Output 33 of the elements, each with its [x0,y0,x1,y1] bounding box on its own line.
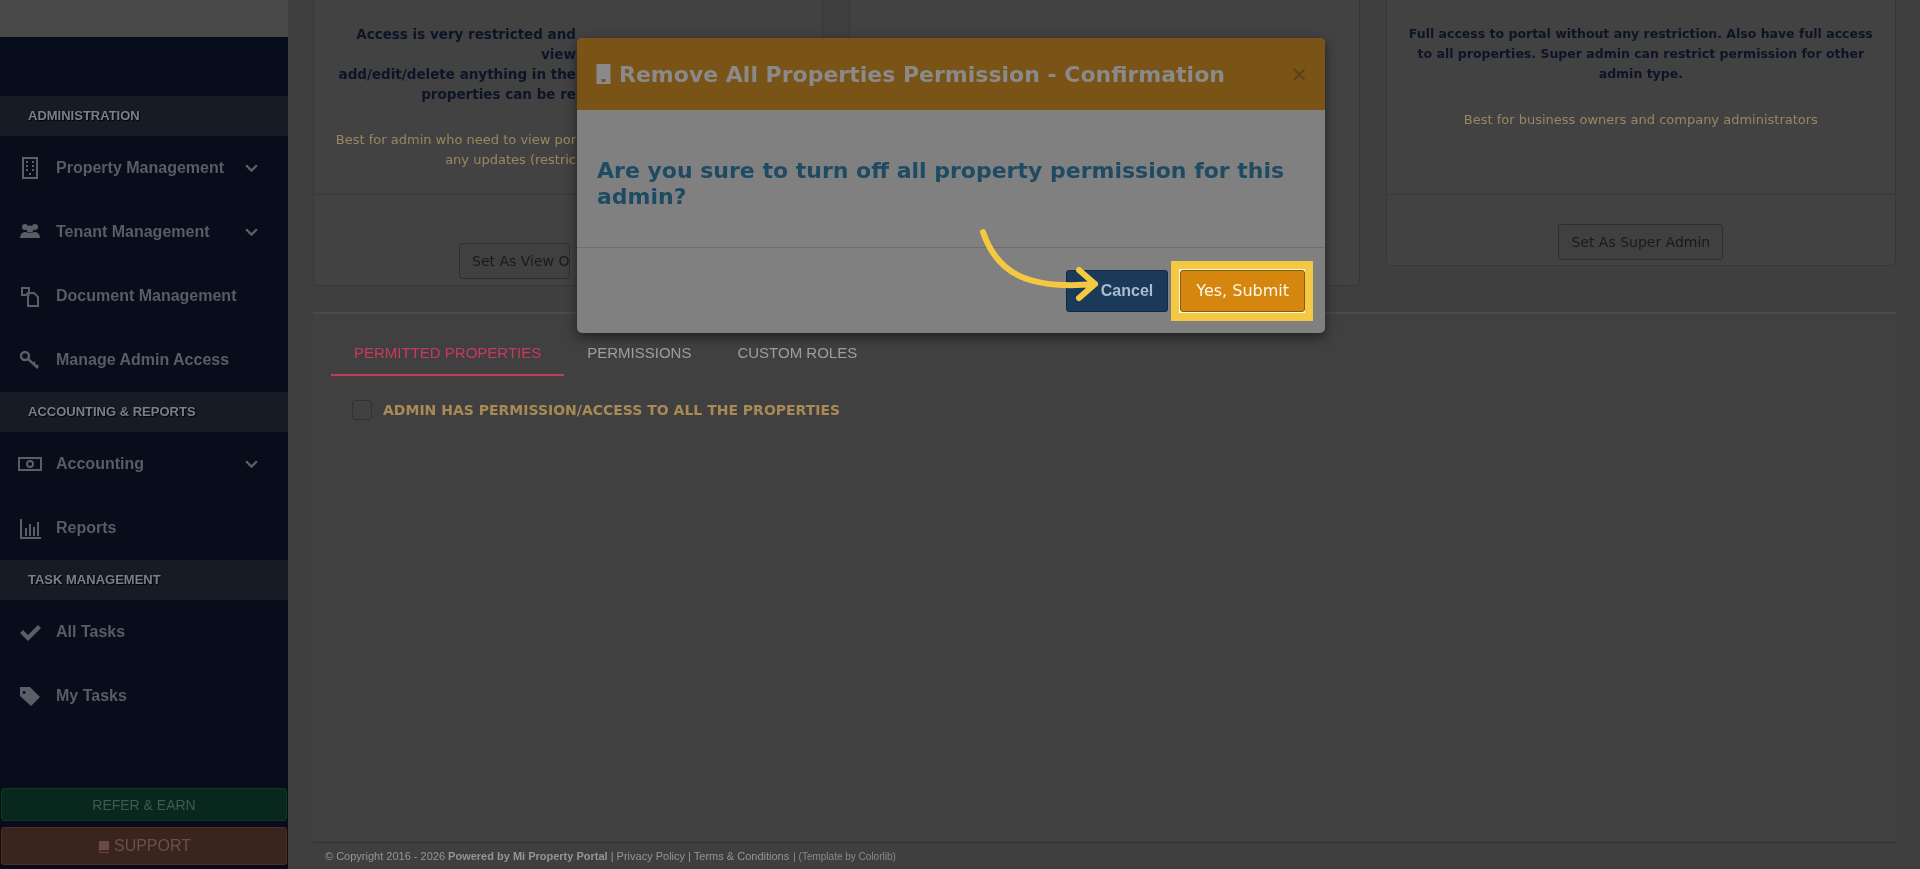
cancel-button[interactable]: Cancel [1065,269,1169,312]
tab[interactable]: PERMISSIONS [564,332,715,376]
building-icon [596,64,611,84]
chevron-icon [245,459,258,469]
hint-line: Best for business owners and company administrators [1462,111,1819,129]
section-header: ACCOUNTING & REPORTS [0,392,288,432]
sidebar-item[interactable]: All Tasks [0,600,288,664]
sidebar-item[interactable]: Accounting [0,432,288,496]
sidebar-item[interactable]: My Tasks [0,664,288,728]
documents-icon [18,284,42,308]
tab[interactable]: CUSTOM ROLES [714,332,881,376]
chevron-icon [245,227,258,237]
hint-line: Best for admin who need to view por [335,131,576,149]
tag-icon [18,684,42,708]
sidebar-item[interactable]: Manage Admin Access [0,328,288,392]
hint-line: any updates (restric [444,151,576,169]
book-icon [96,839,110,853]
submit-button[interactable]: Yes, Submit [1180,269,1305,312]
confirmation-question: Are you sure to turn off all property permission for this admin? [597,156,1286,210]
template-credit: | (Template by Colorlib) [793,850,896,862]
dialog-title: Remove All Properties Permission - Confirmation [619,61,1226,87]
section-header: TASK MANAGEMENT [0,560,288,600]
sidebar-item[interactable]: Reports [0,496,288,560]
sidebar-item[interactable]: Document Management [0,264,288,328]
sidebar-item[interactable]: Property Management [0,136,288,200]
copyright-text: © Copyright 2016 - 2026 Powered by Mi Property Portal | Privacy Policy | Terms & Conditions [325,850,790,862]
tab[interactable]: PERMITTED PROPERTIES [331,332,565,376]
bar-chart-icon [18,516,42,540]
checkbox-label: ADMIN HAS PERMISSION/ACCESS TO ALL THE PROPERTIES [383,402,841,418]
chevron-icon [245,163,258,173]
sidebar-item[interactable]: Tenant Management [0,200,288,264]
key-icon [18,348,42,372]
section-header: ADMINISTRATION [0,96,288,136]
